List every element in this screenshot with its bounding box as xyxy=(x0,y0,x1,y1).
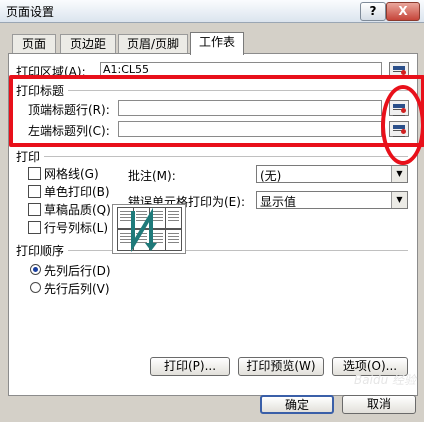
print-area-label: 打印区域(A): xyxy=(16,65,86,79)
over-then-down-label: 先行后列(V) xyxy=(44,282,110,296)
cancel-button[interactable]: 取消 xyxy=(342,395,416,414)
tab-margins[interactable]: 页边距 xyxy=(60,34,116,54)
black-white-checkbox[interactable] xyxy=(28,185,41,198)
left-cols-collapse-button[interactable] xyxy=(389,121,409,137)
chevron-down-icon[interactable]: ▼ xyxy=(391,166,407,182)
page-order-preview xyxy=(112,204,186,254)
print-heading: 打印 xyxy=(16,150,41,164)
tab-page[interactable]: 页面 xyxy=(12,34,56,54)
window-title: 页面设置 xyxy=(6,5,55,19)
help-button[interactable]: ? xyxy=(360,2,386,21)
print-preview-button[interactable]: 打印预览(W) xyxy=(238,357,324,376)
print-area-collapse-button[interactable] xyxy=(389,62,409,78)
page-order-arrow-icon xyxy=(131,207,157,253)
page-order-heading: 打印顺序 xyxy=(16,244,65,258)
close-button[interactable]: X xyxy=(386,2,420,21)
tab-sheet[interactable]: 工作表 xyxy=(190,32,244,55)
draft-quality-label: 草稿品质(Q) xyxy=(44,203,111,217)
top-rows-label: 顶端标题行(R): xyxy=(28,103,110,117)
title-bar: 页面设置 ? X xyxy=(0,0,424,23)
cell-errors-value: 显示值 xyxy=(260,195,297,209)
print-titles-heading: 打印标题 xyxy=(16,84,65,98)
comments-value: (无) xyxy=(260,169,282,183)
comments-select[interactable]: (无) ▼ xyxy=(256,165,408,183)
ok-button[interactable]: 确定 xyxy=(260,395,334,414)
gridlines-checkbox[interactable] xyxy=(28,167,41,180)
down-then-over-label: 先列后行(D) xyxy=(44,264,111,278)
left-cols-label: 左端标题列(C): xyxy=(28,124,110,138)
top-rows-field[interactable] xyxy=(118,100,382,116)
comments-label: 批注(M): xyxy=(128,169,176,183)
over-then-down-radio[interactable] xyxy=(30,282,41,293)
row-col-headings-checkbox[interactable] xyxy=(28,221,41,234)
black-white-label: 单色打印(B) xyxy=(44,185,110,199)
print-divider xyxy=(44,156,408,157)
left-cols-field[interactable] xyxy=(118,121,382,137)
print-titles-divider xyxy=(68,90,408,91)
watermark: Baidu 经验 xyxy=(354,373,416,387)
row-col-headings-label: 行号列标(L) xyxy=(44,221,109,235)
tab-header-footer[interactable]: 页眉/页脚 xyxy=(118,34,188,54)
print-button[interactable]: 打印(P)... xyxy=(150,357,230,376)
cell-errors-select[interactable]: 显示值 ▼ xyxy=(256,191,408,209)
gridlines-label: 网格线(G) xyxy=(44,167,99,181)
draft-quality-checkbox[interactable] xyxy=(28,203,41,216)
down-then-over-radio[interactable] xyxy=(30,264,41,275)
top-rows-collapse-button[interactable] xyxy=(389,100,409,116)
chevron-down-icon[interactable]: ▼ xyxy=(391,192,407,208)
print-area-field[interactable]: A1:CL55 xyxy=(100,62,382,78)
